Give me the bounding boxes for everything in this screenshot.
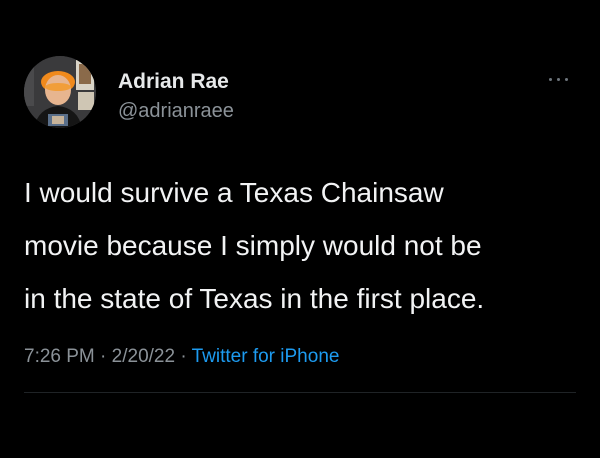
author-name[interactable]: Adrian Rae: [118, 70, 229, 94]
more-dots-icon: [557, 78, 560, 81]
divider: [24, 392, 576, 393]
more-options-button[interactable]: [546, 70, 572, 88]
meta-separator: ·: [180, 346, 187, 367]
tweet-text-line: I would survive a Texas Chainsaw: [24, 177, 444, 208]
meta-separator: ·: [100, 346, 107, 367]
tweet-text-line: in the state of Texas in the first place…: [24, 283, 485, 314]
tweet-card: Adrian Rae @adrianraee I would survive a…: [0, 0, 600, 458]
more-dots-icon: [549, 78, 552, 81]
more-dots-icon: [565, 78, 568, 81]
tweet-text: I would survive a Texas Chainsaw movie b…: [24, 166, 584, 325]
tweet-date[interactable]: 2/20/22: [112, 346, 175, 367]
author-handle[interactable]: @adrianraee: [118, 100, 234, 123]
profile-photo-icon: [24, 56, 96, 128]
tweet-text-line: movie because I simply would not be: [24, 230, 482, 261]
avatar[interactable]: [24, 56, 96, 128]
tweet-meta: 7:26 PM · 2/20/22 · Twitter for iPhone: [24, 346, 339, 368]
tweet-source-link[interactable]: Twitter for iPhone: [192, 346, 340, 367]
tweet-time[interactable]: 7:26 PM: [24, 346, 95, 367]
